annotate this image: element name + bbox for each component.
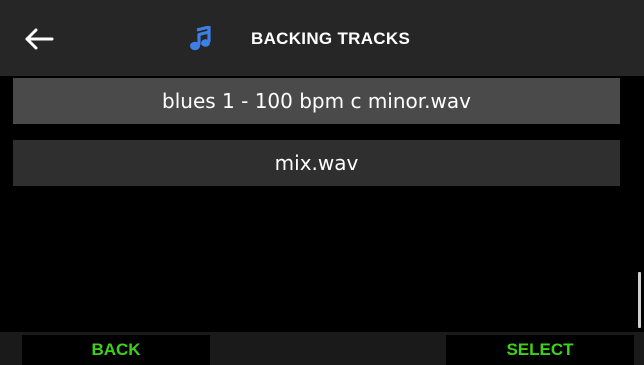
arrow-left-icon[interactable] (24, 28, 54, 50)
select-button[interactable]: SELECT (446, 335, 634, 365)
track-list-item[interactable]: mix.wav (13, 140, 620, 186)
track-label: mix.wav (274, 151, 359, 175)
track-label: blues 1 - 100 bpm c minor.wav (162, 89, 471, 113)
backing-tracks-screen: BACKING TRACKS blues 1 - 100 bpm c minor… (0, 0, 644, 365)
footer-bar: BACK SELECT (0, 332, 644, 365)
page-title: BACKING TRACKS (251, 29, 411, 48)
header-bar: BACKING TRACKS (0, 0, 644, 76)
scrollbar[interactable] (638, 272, 641, 328)
track-list-item[interactable]: blues 1 - 100 bpm c minor.wav (13, 78, 620, 124)
music-note-icon (190, 26, 211, 51)
back-button[interactable]: BACK (22, 335, 210, 365)
track-list: blues 1 - 100 bpm c minor.wav mix.wav (0, 76, 644, 332)
